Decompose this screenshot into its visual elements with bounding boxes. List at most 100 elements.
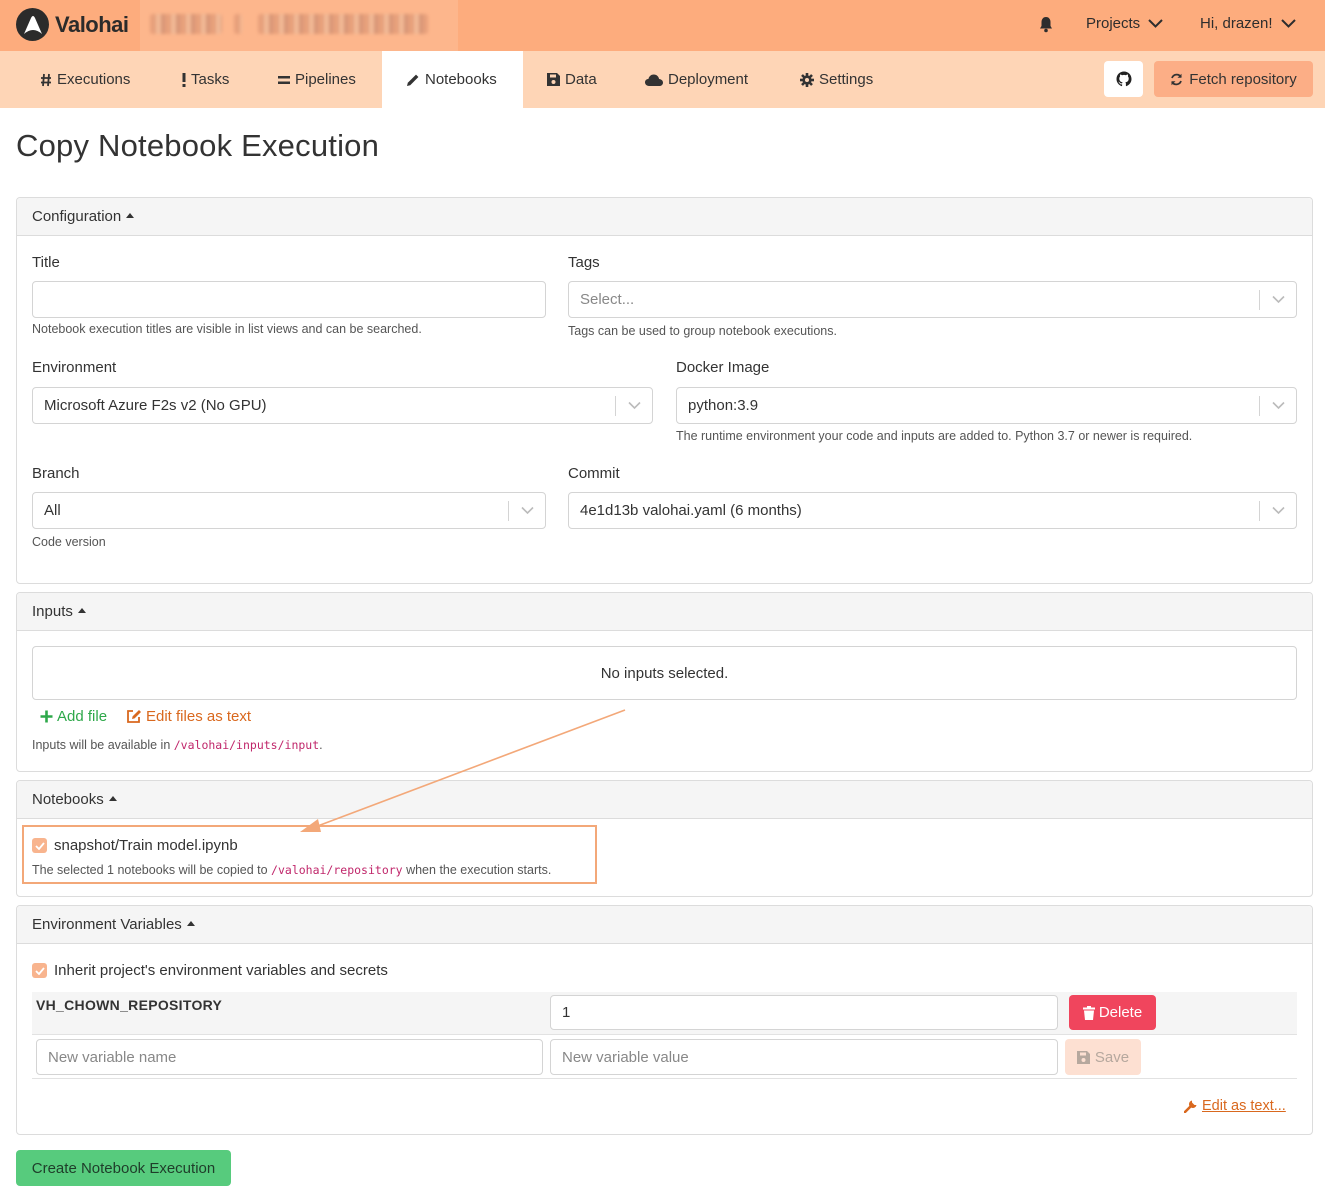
pencil-icon — [406, 73, 420, 87]
inputs-header-label: Inputs — [32, 603, 73, 620]
tags-select[interactable]: Select... — [568, 281, 1297, 318]
commit-value: 4e1d13b valohai.yaml (6 months) — [580, 502, 802, 519]
chevron-down-icon — [1272, 295, 1285, 304]
chevron-down-icon — [628, 401, 641, 410]
valohai-logo[interactable]: Valohai — [16, 8, 129, 41]
environment-label: Environment — [32, 359, 117, 376]
caret-up-icon — [108, 796, 117, 801]
projects-label: Projects — [1086, 15, 1141, 32]
tab-tasks[interactable]: Tasks — [182, 51, 229, 108]
edit-env-as-text-link[interactable]: Edit as text... — [1184, 1098, 1286, 1114]
create-notebook-execution-button[interactable]: Create Notebook Execution — [16, 1150, 231, 1186]
inputs-help: Inputs will be available in /valohai/inp… — [32, 738, 323, 752]
tab-deployment[interactable]: Deployment — [645, 51, 748, 108]
notifications-bell-icon[interactable] — [1038, 16, 1054, 37]
tab-notebooks-label: Notebooks — [425, 71, 497, 88]
refresh-icon — [1171, 73, 1183, 85]
breadcrumb-project-blurred[interactable] — [258, 14, 428, 34]
notebook-checkbox[interactable] — [32, 838, 47, 853]
title-help: Notebook execution titles are visible in… — [32, 322, 422, 336]
env-var-name: VH_CHOWN_REPOSITORY — [36, 997, 223, 1013]
brand-name: Valohai — [55, 11, 129, 37]
tab-tasks-label: Tasks — [191, 71, 230, 88]
gear-icon — [800, 72, 814, 87]
notebooks-header[interactable]: Notebooks — [17, 781, 1312, 819]
tags-placeholder: Select... — [580, 291, 635, 308]
caret-up-icon — [186, 921, 195, 926]
inputs-path: /valohai/inputs/input — [173, 738, 320, 752]
branch-label: Branch — [32, 465, 80, 482]
docker-image-value: python:3.9 — [688, 397, 759, 414]
environment-value: Microsoft Azure F2s v2 (No GPU) — [44, 397, 267, 414]
delete-env-var-button[interactable]: Delete — [1069, 995, 1156, 1030]
new-variable-name-placeholder: New variable name — [48, 1048, 177, 1066]
title-label: Title — [32, 254, 60, 271]
chevron-down-icon — [1272, 401, 1285, 410]
tab-data-label: Data — [565, 71, 597, 88]
env-var-value-input[interactable]: 1 — [550, 995, 1058, 1030]
branch-select[interactable]: All — [32, 492, 546, 529]
tab-executions[interactable]: Executions — [40, 51, 130, 108]
tab-notebooks[interactable]: Notebooks — [382, 51, 523, 108]
tags-help: Tags can be used to group notebook execu… — [568, 324, 837, 338]
docker-image-select[interactable]: python:3.9 — [676, 387, 1297, 424]
fetch-repository-button[interactable]: Fetch repository — [1154, 61, 1313, 97]
environment-variables-header[interactable]: Environment Variables — [17, 906, 1312, 944]
wrench-icon — [1184, 1100, 1197, 1113]
fetch-repository-label: Fetch repository — [1189, 70, 1297, 88]
branch-value: All — [44, 502, 61, 519]
inputs-help-suffix: . — [319, 738, 323, 752]
docker-image-help: The runtime environment your code and in… — [676, 429, 1193, 443]
inherit-env-checkbox[interactable] — [32, 963, 47, 978]
environment-select[interactable]: Microsoft Azure F2s v2 (No GPU) — [32, 387, 653, 424]
check-icon — [34, 841, 45, 850]
inputs-help-prefix: Inputs will be available in — [32, 738, 174, 752]
exclamation-icon — [182, 72, 186, 87]
new-variable-value-input[interactable]: New variable value — [550, 1039, 1058, 1075]
github-button[interactable] — [1104, 61, 1143, 97]
tab-settings-label: Settings — [819, 71, 874, 88]
edit-icon — [127, 710, 141, 723]
trash-icon — [1082, 1005, 1095, 1020]
tab-pipelines[interactable]: Pipelines — [278, 51, 356, 108]
new-variable-name-input[interactable]: New variable name — [36, 1039, 543, 1075]
tab-settings[interactable]: Settings — [800, 51, 873, 108]
user-menu[interactable]: Hi, drazen! — [1200, 15, 1296, 32]
plus-icon — [40, 710, 53, 723]
chevron-down-icon — [1148, 19, 1163, 28]
commit-select[interactable]: 4e1d13b valohai.yaml (6 months) — [568, 492, 1297, 529]
breadcrumb-organization-blurred[interactable] — [150, 14, 222, 34]
delete-label: Delete — [1098, 1004, 1143, 1021]
caret-up-icon — [77, 608, 86, 613]
check-icon — [34, 966, 45, 975]
page-title: Copy Notebook Execution — [16, 128, 380, 163]
select-separator — [508, 501, 509, 521]
floppy-disk-icon — [547, 73, 560, 86]
title-input[interactable] — [32, 281, 546, 318]
notebook-item-label[interactable]: snapshot/Train model.ipynb — [54, 837, 238, 854]
notebooks-help: The selected 1 notebooks will be copied … — [32, 863, 551, 877]
new-variable-value-placeholder: New variable value — [562, 1048, 689, 1066]
select-separator — [1259, 290, 1260, 310]
add-file-link[interactable]: Add file — [40, 708, 107, 725]
commit-label: Commit — [568, 465, 620, 482]
tab-data[interactable]: Data — [547, 51, 597, 108]
save-env-var-button[interactable]: Save — [1065, 1039, 1141, 1075]
tab-pipelines-label: Pipelines — [295, 71, 356, 88]
edit-files-as-text-label: Edit files as text — [146, 708, 252, 725]
tab-executions-label: Executions — [57, 71, 131, 88]
chevron-down-icon — [1280, 19, 1296, 28]
notebooks-header-label: Notebooks — [32, 791, 104, 808]
chevron-down-icon — [1272, 506, 1285, 515]
edit-env-as-text-label: Edit as text... — [1202, 1098, 1286, 1114]
select-separator — [1259, 396, 1260, 416]
projects-menu[interactable]: Projects — [1086, 15, 1163, 32]
docker-image-label: Docker Image — [676, 359, 770, 376]
inherit-env-label[interactable]: Inherit project's environment variables … — [54, 962, 388, 979]
inputs-header[interactable]: Inputs — [17, 593, 1312, 631]
configuration-header[interactable]: Configuration — [17, 198, 1312, 236]
tab-deployment-label: Deployment — [668, 71, 749, 88]
valohai-logo-icon — [16, 8, 49, 41]
project-nav: Executions Tasks Pipelines Notebooks Dat… — [0, 51, 1325, 108]
edit-files-as-text-link[interactable]: Edit files as text — [126, 708, 251, 725]
